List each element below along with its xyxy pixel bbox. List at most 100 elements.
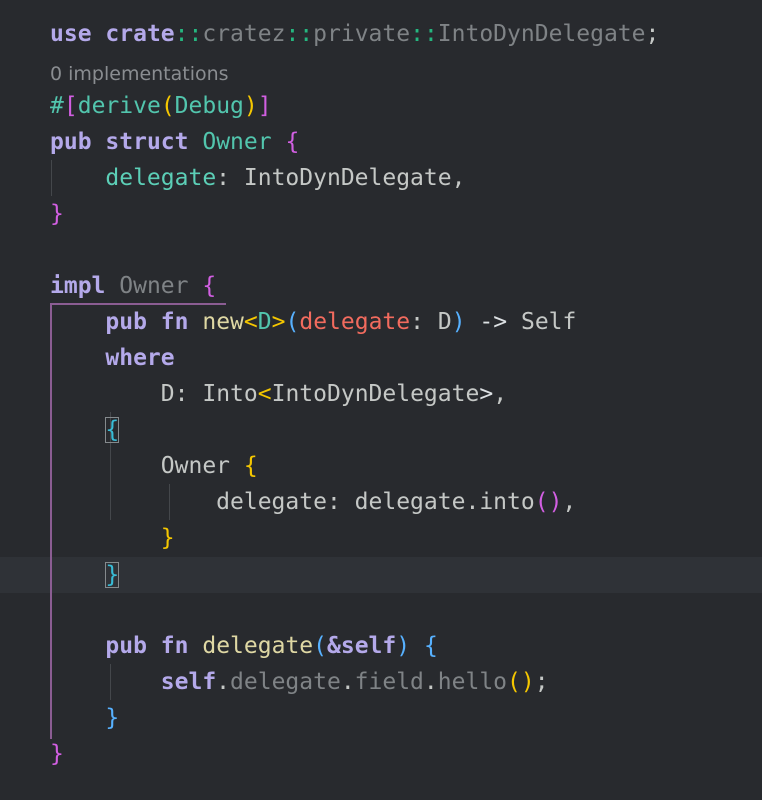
token-operator: -> <box>479 309 508 335</box>
token-bracket: < <box>243 309 258 335</box>
token-type: D <box>160 381 175 407</box>
token-bracket: > <box>271 309 286 335</box>
token-punct: : <box>216 165 231 191</box>
code-line[interactable]: Owner { <box>50 448 258 484</box>
token-type-param: D <box>257 309 272 335</box>
token-bracket: < <box>257 381 272 407</box>
token-keyword: pub <box>105 309 147 335</box>
token-field: delegate <box>216 489 327 515</box>
token-punct: . <box>465 489 480 515</box>
token-bracket: > <box>479 381 494 407</box>
code-line[interactable]: use crate::cratez::private::IntoDynDeleg… <box>50 16 659 52</box>
token-keyword: where <box>105 345 175 371</box>
token-type: Owner <box>202 129 272 155</box>
token-keyword: self <box>160 669 217 695</box>
token-keyword: pub <box>105 633 147 659</box>
token-keyword: impl <box>50 273 106 299</box>
code-line[interactable]: { <box>50 412 120 448</box>
code-line[interactable]: } <box>50 196 64 232</box>
token-punct: : <box>326 489 341 515</box>
code-line[interactable]: pub fn delegate(&self) { <box>50 628 438 664</box>
token-keyword: use <box>50 21 92 47</box>
token-function: new <box>202 309 244 335</box>
token-type: Owner <box>119 273 189 299</box>
token-keyword: fn <box>160 633 189 659</box>
token-path-separator: :: <box>410 21 438 47</box>
token-bracket: } <box>160 525 175 551</box>
token-bracket: ( <box>160 93 175 119</box>
code-line[interactable]: } <box>50 520 175 556</box>
token-bracket: ) <box>396 633 411 659</box>
code-line[interactable]: } <box>50 700 119 736</box>
token-type: IntoDynDelegate <box>271 381 480 407</box>
token-bracket: } <box>105 705 120 731</box>
token-bracket-match: } <box>105 562 120 588</box>
token-bracket: { <box>202 273 217 299</box>
token-attribute: derive <box>77 93 161 119</box>
token-field: delegate <box>105 165 217 191</box>
token-type: Owner <box>160 453 231 479</box>
token-punct: , <box>451 165 466 191</box>
token-bracket: ( <box>507 669 521 695</box>
token-bracket: ) <box>451 309 466 335</box>
token-path-separator: :: <box>174 21 203 47</box>
token-punct: , <box>493 381 508 407</box>
token-type: Into <box>202 381 258 407</box>
token-bracket: [ <box>63 93 78 119</box>
token-bracket: ] <box>257 93 272 119</box>
token-punct: . <box>423 669 438 695</box>
token-type: Self <box>520 309 577 335</box>
code-line[interactable]: pub fn new<D>(delegate: D) -> Self <box>50 304 576 340</box>
code-line[interactable]: where <box>50 340 175 376</box>
token-method: hello <box>437 669 508 695</box>
token-bracket: { <box>285 129 300 155</box>
code-line[interactable]: D: Into<IntoDynDelegate>, <box>50 376 507 412</box>
code-line[interactable]: self.delegate.field.hello(); <box>50 664 549 700</box>
code-line[interactable]: impl Owner { <box>50 268 216 304</box>
token-bracket-match: { <box>105 417 120 443</box>
code-editor[interactable]: use crate::cratez::private::IntoDynDeleg… <box>0 0 762 800</box>
token-keyword: crate <box>105 21 175 47</box>
token-bracket: } <box>50 201 64 227</box>
token-keyword: fn <box>160 309 189 335</box>
token-bracket: { <box>243 453 258 479</box>
token-attribute: # <box>50 93 64 119</box>
token-attribute: Debug <box>174 93 244 119</box>
token-punct: , <box>562 489 577 515</box>
token-bracket: } <box>50 741 64 767</box>
token-punct: : <box>410 309 424 335</box>
token-module: cratez <box>202 21 286 47</box>
token-bracket: ( <box>285 309 300 335</box>
code-line[interactable]: pub struct Owner { <box>50 124 299 160</box>
token-type: IntoDynDelegate <box>437 21 646 47</box>
token-punct: ; <box>645 21 660 47</box>
token-operator: & <box>327 633 341 659</box>
token-method: into <box>479 489 535 515</box>
code-line[interactable]: #[derive(Debug)] <box>50 88 272 124</box>
token-path-separator: :: <box>285 21 314 47</box>
token-bracket: ) <box>548 489 563 515</box>
token-bracket: ( <box>313 633 327 659</box>
token-keyword: self <box>340 633 397 659</box>
token-type: IntoDynDelegate <box>243 165 452 191</box>
token-bracket: ) <box>243 93 258 119</box>
token-variable: delegate <box>354 489 466 515</box>
code-line[interactable]: delegate: IntoDynDelegate, <box>50 160 465 196</box>
token-punct: . <box>216 669 231 695</box>
token-keyword: pub <box>50 129 92 155</box>
code-line[interactable]: } <box>50 736 64 772</box>
token-bracket: { <box>423 633 438 659</box>
token-param: delegate <box>299 309 411 335</box>
token-module: private <box>313 21 411 47</box>
code-line[interactable]: delegate: delegate.into(), <box>50 484 576 520</box>
token-punct: ; <box>534 669 549 695</box>
token-bracket: ( <box>534 489 549 515</box>
token-field: delegate <box>230 669 341 695</box>
code-line[interactable]: } <box>50 557 120 593</box>
codelens-implementations[interactable]: 0 implementations <box>50 62 229 86</box>
token-field: field <box>354 669 424 695</box>
token-keyword: struct <box>105 129 189 155</box>
token-bracket: ) <box>520 669 535 695</box>
token-function: delegate <box>202 633 314 659</box>
token-type: D <box>437 309 452 335</box>
